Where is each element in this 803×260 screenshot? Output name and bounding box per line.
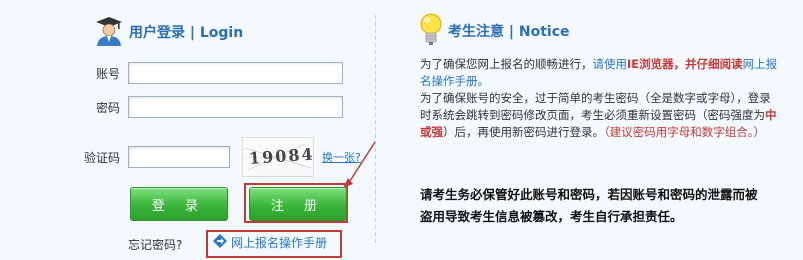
username-input[interactable] bbox=[128, 62, 343, 84]
username-label: 账号 bbox=[95, 66, 120, 81]
pointer-arrow bbox=[343, 141, 376, 188]
captcha-label: 验证码 bbox=[84, 150, 121, 165]
password-row: 密码 bbox=[84, 96, 343, 118]
manual-link-label: 网上报名操作手册 bbox=[231, 236, 328, 250]
graduate-user-icon bbox=[95, 16, 123, 49]
svg-text:19084: 19084 bbox=[248, 144, 313, 168]
notice-title: 考生注意 | Notice bbox=[448, 24, 570, 40]
notice-body: 为了确保您网上报名的顺畅进行，请使用IE浏览器，并仔细阅读网上报名操作手册。 为… bbox=[420, 56, 780, 141]
captcha-image[interactable]: 19084 bbox=[242, 137, 314, 177]
notice-paragraph-1: 为了确保您网上报名的顺畅进行，请使用IE浏览器，并仔细阅读网上报名操作手册。 bbox=[420, 57, 778, 88]
captcha-row: 验证码 19084 换一张? bbox=[84, 137, 361, 177]
username-row: 账号 bbox=[84, 62, 343, 84]
login-title: 用户登录 | Login bbox=[129, 25, 244, 41]
register-button[interactable]: 注 册 bbox=[249, 187, 347, 221]
notice-header: 考生注意 | Notice bbox=[420, 13, 570, 49]
password-input[interactable] bbox=[128, 96, 343, 118]
notice-paragraph-2: 为了确保账号的安全，过于简单的考生密码（全是数字或字母），登录时系统会跳转到密码… bbox=[420, 91, 777, 139]
password-label: 密码 bbox=[95, 100, 120, 115]
notice-warning: 请考生务必保管好此账号和密码，若因账号和密码的泄露而被 盗用导致考生信息被篡改，… bbox=[420, 187, 758, 224]
captcha-input[interactable] bbox=[128, 146, 230, 168]
login-header: 用户登录 | Login bbox=[95, 15, 243, 49]
manual-link[interactable]: 网上报名操作手册 bbox=[213, 234, 327, 251]
diamond-arrow-icon bbox=[213, 234, 227, 251]
forgot-password-link[interactable]: 忘记密码? bbox=[128, 236, 182, 253]
panel-divider bbox=[375, 15, 376, 247]
login-button[interactable]: 登 录 bbox=[130, 187, 228, 221]
lightbulb-icon bbox=[420, 13, 442, 50]
